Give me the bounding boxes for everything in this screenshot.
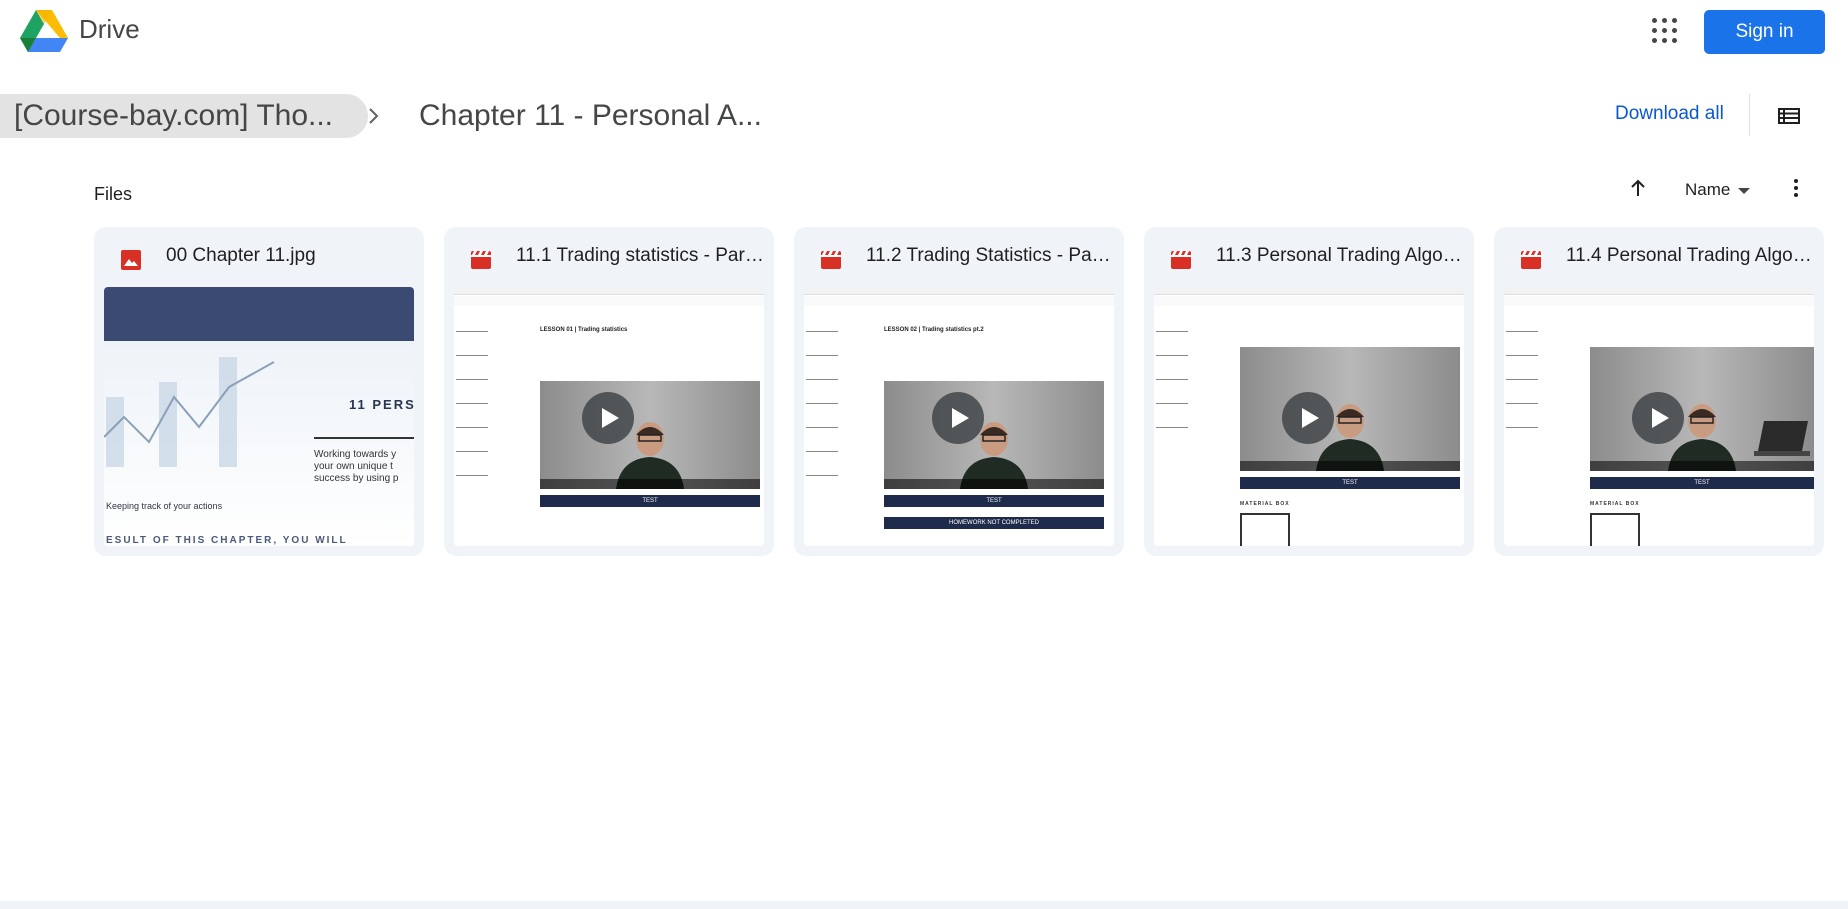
play-icon[interactable] — [1282, 392, 1334, 444]
file-card[interactable]: 11.4 Personal Trading Algori... TEST MAT… — [1494, 227, 1824, 556]
video-file-icon — [1521, 251, 1541, 269]
browser-bookmarks — [804, 296, 1114, 306]
sign-in-button[interactable]: Sign in — [1704, 10, 1825, 54]
lesson-title: LESSON 01 | Trading statistics — [540, 327, 628, 333]
material-box-icon — [1590, 513, 1640, 546]
app-name: Drive — [79, 14, 140, 44]
download-all-button[interactable]: Download all — [1615, 103, 1724, 125]
file-thumbnail: 11 PERS Working towards y your own uniqu… — [104, 287, 414, 546]
toolbar-divider — [1749, 94, 1750, 136]
arrow-up-icon[interactable] — [1626, 176, 1650, 200]
drive-logo-icon[interactable] — [20, 10, 68, 54]
video-frame — [540, 381, 760, 489]
play-icon[interactable] — [582, 392, 634, 444]
file-card[interactable]: 11.3 Personal Trading Algorit... TEST MA… — [1144, 227, 1474, 556]
file-title: 00 Chapter 11.jpg — [166, 245, 316, 266]
course-sidebar — [1504, 311, 1540, 541]
file-card[interactable]: 11.2 Trading Statistics - Part... LESSON… — [794, 227, 1124, 556]
test-button-thumb: TEST — [1590, 477, 1814, 489]
file-title: 11.1 Trading statistics - Part ... — [516, 245, 764, 266]
play-icon[interactable] — [1632, 392, 1684, 444]
file-title: 11.3 Personal Trading Algorit... — [1216, 245, 1464, 266]
test-button-thumb: TEST — [1240, 477, 1460, 489]
browser-bar — [454, 287, 764, 295]
list-view-icon[interactable] — [1776, 104, 1802, 128]
file-card[interactable]: 00 Chapter 11.jpg 11 PERS Working toward… — [94, 227, 424, 556]
thumbnail-text-line: Working towards y — [314, 449, 397, 460]
image-file-icon — [121, 250, 141, 270]
thumbnail-text: Working towards y your own unique t succ… — [314, 449, 399, 485]
video-file-icon — [821, 251, 841, 269]
thumbnail-bottom-text: ESULT OF THIS CHAPTER, YOU WILL — [106, 535, 348, 546]
file-title: 11.2 Trading Statistics - Part... — [866, 245, 1114, 266]
more-vert-icon[interactable] — [1786, 176, 1806, 200]
thumbnail-divider — [314, 437, 414, 439]
chart-graphic-icon — [104, 357, 275, 467]
material-box-label: MATERIAL BOX — [1590, 501, 1640, 507]
material-box-icon — [1240, 513, 1290, 546]
footer-strip — [0, 901, 1848, 909]
browser-bar — [1504, 287, 1814, 295]
laptop-icon — [1754, 421, 1810, 456]
sort-by-name-button[interactable]: Name — [1685, 180, 1730, 200]
test-button-thumb: TEST — [884, 495, 1104, 507]
thumbnail-text-line: your own unique t — [314, 461, 393, 472]
video-file-icon — [1171, 251, 1191, 269]
breadcrumb-current-folder: Chapter 11 - Personal A... — [419, 99, 762, 132]
google-apps-icon[interactable] — [1650, 16, 1680, 46]
course-sidebar — [454, 311, 490, 541]
browser-bookmarks — [454, 296, 764, 306]
file-title: 11.4 Personal Trading Algori... — [1566, 245, 1814, 266]
video-frame — [1240, 347, 1460, 471]
thumbnail-banner — [104, 287, 414, 341]
test-button-thumb: TEST — [540, 495, 760, 507]
course-sidebar — [804, 311, 840, 541]
browser-bookmarks — [1154, 296, 1464, 306]
chevron-right-icon — [369, 108, 379, 124]
thumbnail-text-line: success by using p — [314, 473, 399, 484]
material-box-label: MATERIAL BOX — [1240, 501, 1290, 507]
video-file-icon — [471, 251, 491, 269]
lesson-title: LESSON 02 | Trading statistics pt.2 — [884, 327, 984, 333]
browser-bar — [1154, 287, 1464, 295]
video-frame — [1590, 347, 1814, 471]
caret-down-icon[interactable] — [1737, 184, 1751, 198]
browser-bookmarks — [1504, 296, 1814, 306]
top-bar: Drive Sign in — [0, 0, 1848, 64]
homework-status-thumb: HOMEWORK NOT COMPLETED — [884, 517, 1104, 529]
thumbnail-heading: 11 PERS — [349, 397, 414, 412]
course-sidebar — [1154, 311, 1190, 541]
thumbnail-caption: Keeping track of your actions — [106, 501, 223, 511]
file-card[interactable]: 11.1 Trading statistics - Part ... LESSO… — [444, 227, 774, 556]
files-section-label: Files — [94, 184, 133, 204]
breadcrumb-parent-folder[interactable]: [Course-bay.com] Tho... — [0, 94, 368, 138]
video-frame — [884, 381, 1104, 489]
play-icon[interactable] — [932, 392, 984, 444]
browser-bar — [804, 287, 1114, 295]
